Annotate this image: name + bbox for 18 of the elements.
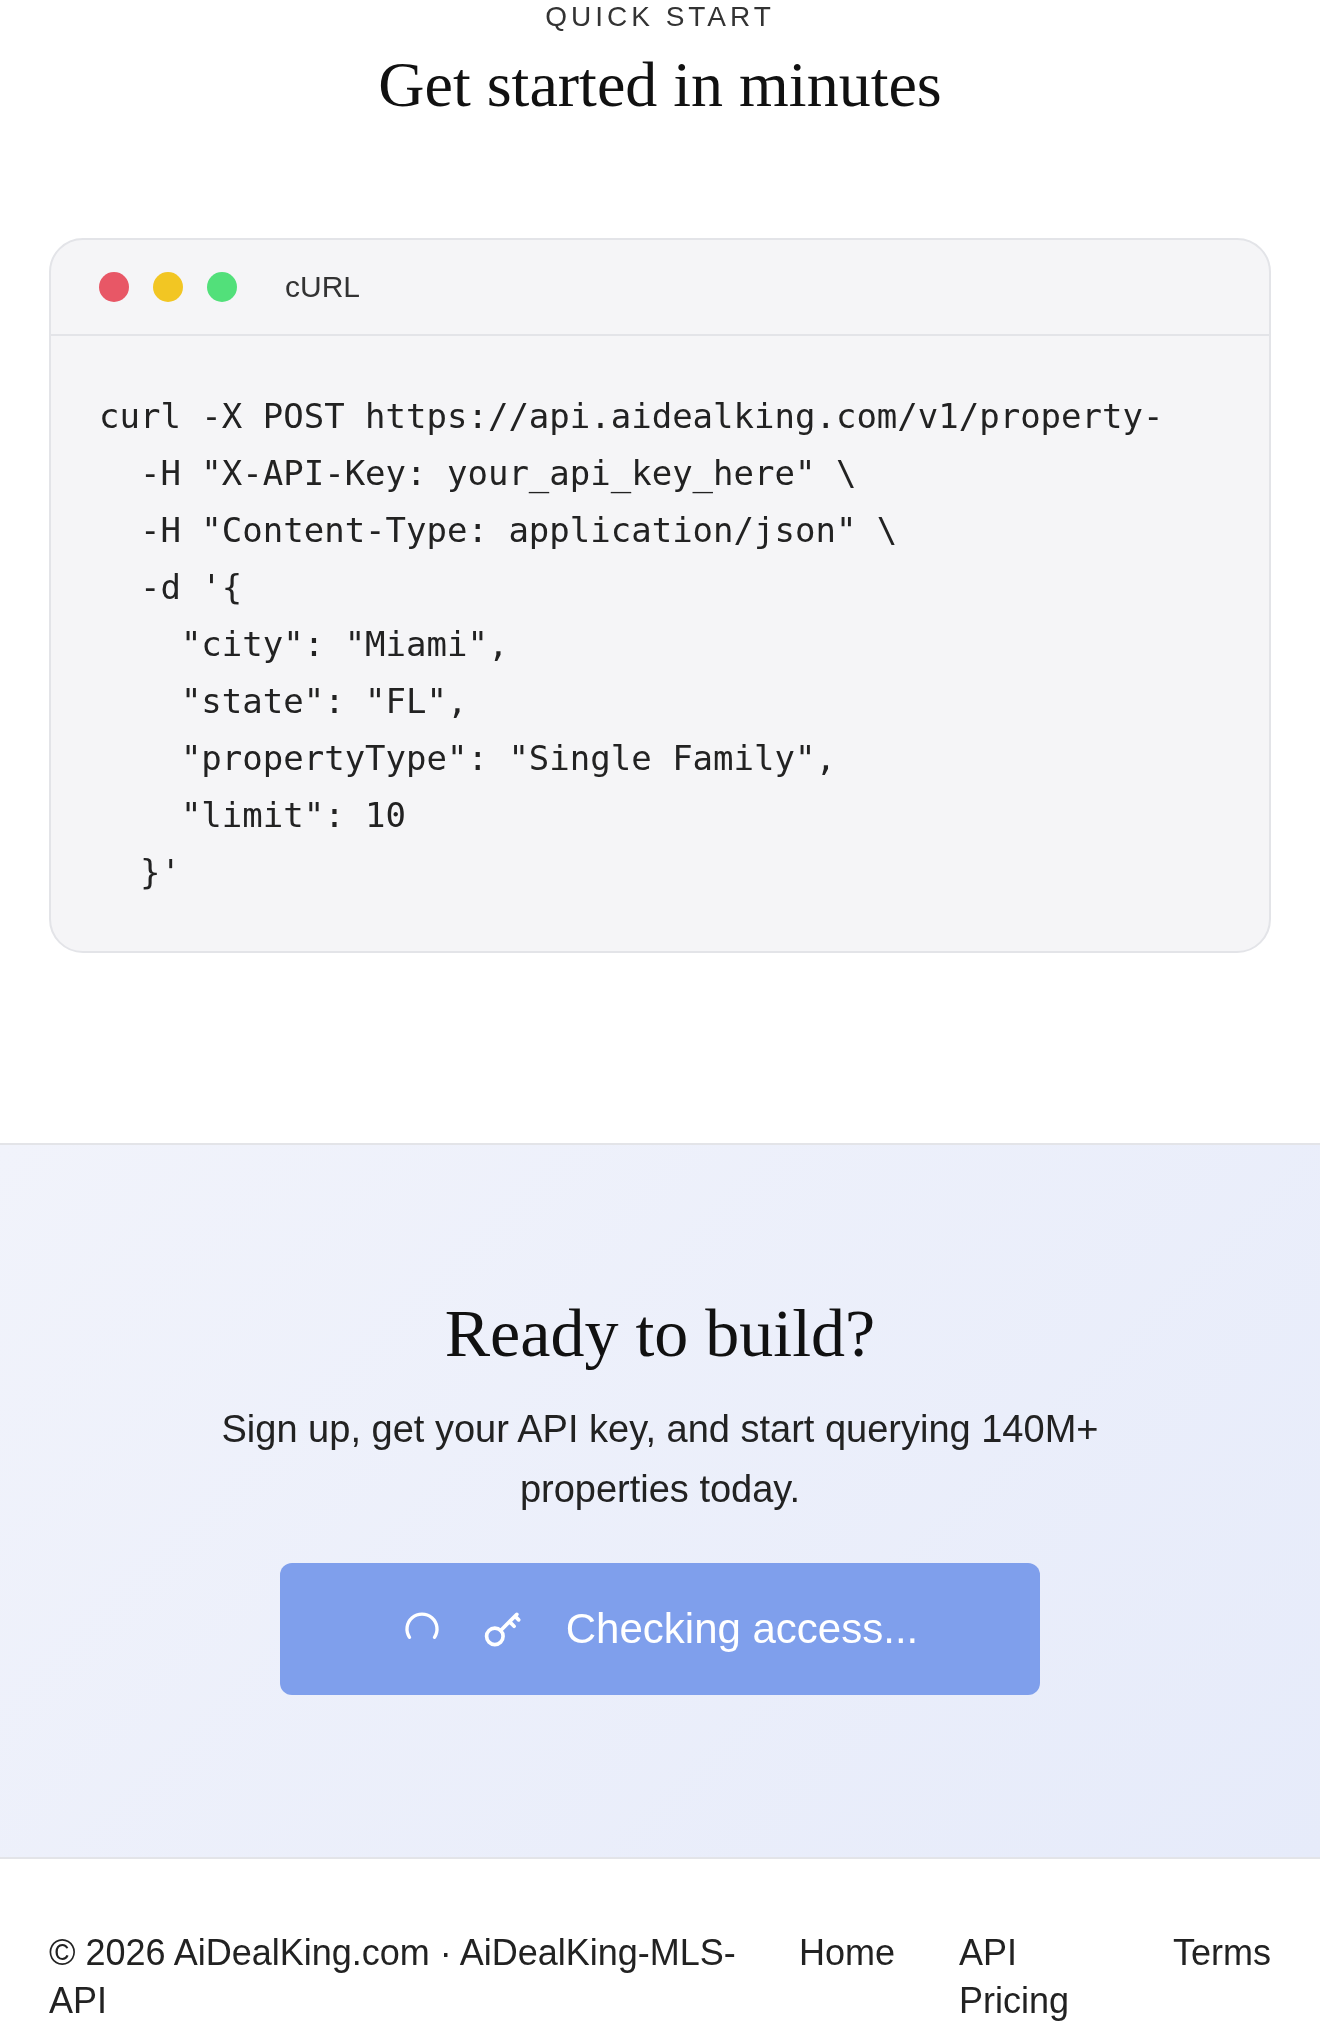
cta-text: Sign up, get your API key, and start querying 140M+ properties today. (220, 1407, 1100, 1512)
code-line: -H "X-API-Key: your_api_key_here" \ (138, 452, 858, 496)
code-line: "limit": 10 (179, 794, 408, 837)
footer-link[interactable]: Terms (1173, 1929, 1271, 2025)
code-line: -H "Content-Type: application/json" \ (138, 509, 899, 552)
section-eyebrow: QUICK START (545, 2, 775, 32)
code-line: "state": "FL", (179, 680, 469, 723)
footer-link[interactable]: Home (799, 1929, 949, 2025)
code-line: -d '{ (138, 566, 244, 609)
code-line: "propertyType": "Single Family", (179, 737, 837, 780)
code-line: curl -X POST https://api.aidealking.com/v1/property- (99, 395, 1165, 438)
section-heading: Get started in minutes (378, 50, 942, 120)
code-language-label: cURL (285, 270, 360, 304)
code-line: "city": "Miami", (179, 623, 510, 666)
copyright-text: © 2026 AiDealKing.com · AiDealKing-MLS-API (49, 1931, 737, 2023)
cta-heading: Ready to build? (444, 1294, 876, 1373)
code-line: }' (138, 851, 182, 894)
footer-link[interactable]: API Pricing (959, 1929, 1129, 2025)
